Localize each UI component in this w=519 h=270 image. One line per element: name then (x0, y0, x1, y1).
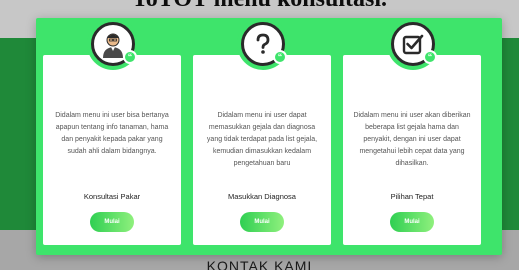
consultation-menu-modal: “ Didalam menu ini user bisa bertanya ap… (36, 18, 502, 255)
card-description: Didalam menu ini user akan diberikan beb… (353, 112, 471, 167)
card-description: Didalam menu ini user dapat memasukkan g… (206, 112, 318, 167)
consultation-card-diagnosis: “ Didalam menu ini user dapat memasukkan… (193, 18, 331, 245)
card-title: Pilihan Tepat (390, 192, 434, 201)
quote-badge-icon: “ (273, 50, 287, 64)
consultation-card-choice: “ Didalam menu ini user akan diberikan b… (343, 18, 481, 245)
start-choice-button[interactable]: Mulai (390, 212, 434, 232)
card-description: Didalam menu ini user bisa bertanya apap… (55, 112, 169, 155)
quote-badge-icon: “ (423, 50, 437, 64)
card-title: Masukkan Diagnosa (228, 192, 296, 201)
start-diagnosis-input-button[interactable]: Mulai (240, 212, 284, 232)
card-title: Konsultasi Pakar (83, 192, 141, 201)
consultation-card-expert: “ Didalam menu ini user bisa bertanya ap… (43, 18, 181, 245)
quote-badge-icon: “ (123, 50, 137, 64)
start-expert-consultation-button[interactable]: Mulai (90, 212, 134, 232)
